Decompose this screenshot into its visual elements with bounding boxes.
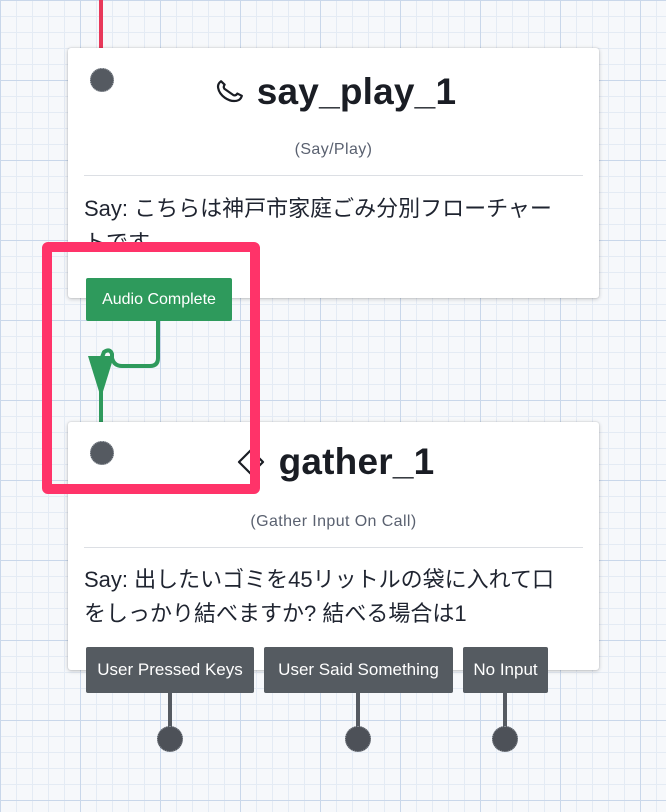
output-port-noinput[interactable] xyxy=(492,726,518,752)
output-port-keys[interactable] xyxy=(157,726,183,752)
highlight-box xyxy=(42,242,260,494)
divider xyxy=(84,175,583,176)
transition-user-said-something[interactable]: User Said Something xyxy=(264,647,453,693)
flow-canvas[interactable]: say_play_1 (Say/Play) Say: こちらは神戸市家庭ごみ分別… xyxy=(0,0,666,812)
phone-icon xyxy=(211,74,247,110)
input-port[interactable] xyxy=(90,68,114,92)
widget-title: gather_1 xyxy=(278,441,435,482)
widget-title: say_play_1 xyxy=(256,71,457,112)
transition-user-pressed-keys[interactable]: User Pressed Keys xyxy=(86,647,254,693)
output-port-said[interactable] xyxy=(345,726,371,752)
widget-type-label: (Say/Play) xyxy=(294,141,373,158)
widget-body-text: Say: 出したいゴミを45リットルの袋に入れて口をしっかり結べますか? 結べる… xyxy=(84,567,554,626)
divider xyxy=(84,547,583,548)
widget-type-label: (Gather Input On Call) xyxy=(250,513,417,530)
transition-no-input[interactable]: No Input xyxy=(463,647,548,693)
widget-header: say_play_1 xyxy=(68,68,599,116)
